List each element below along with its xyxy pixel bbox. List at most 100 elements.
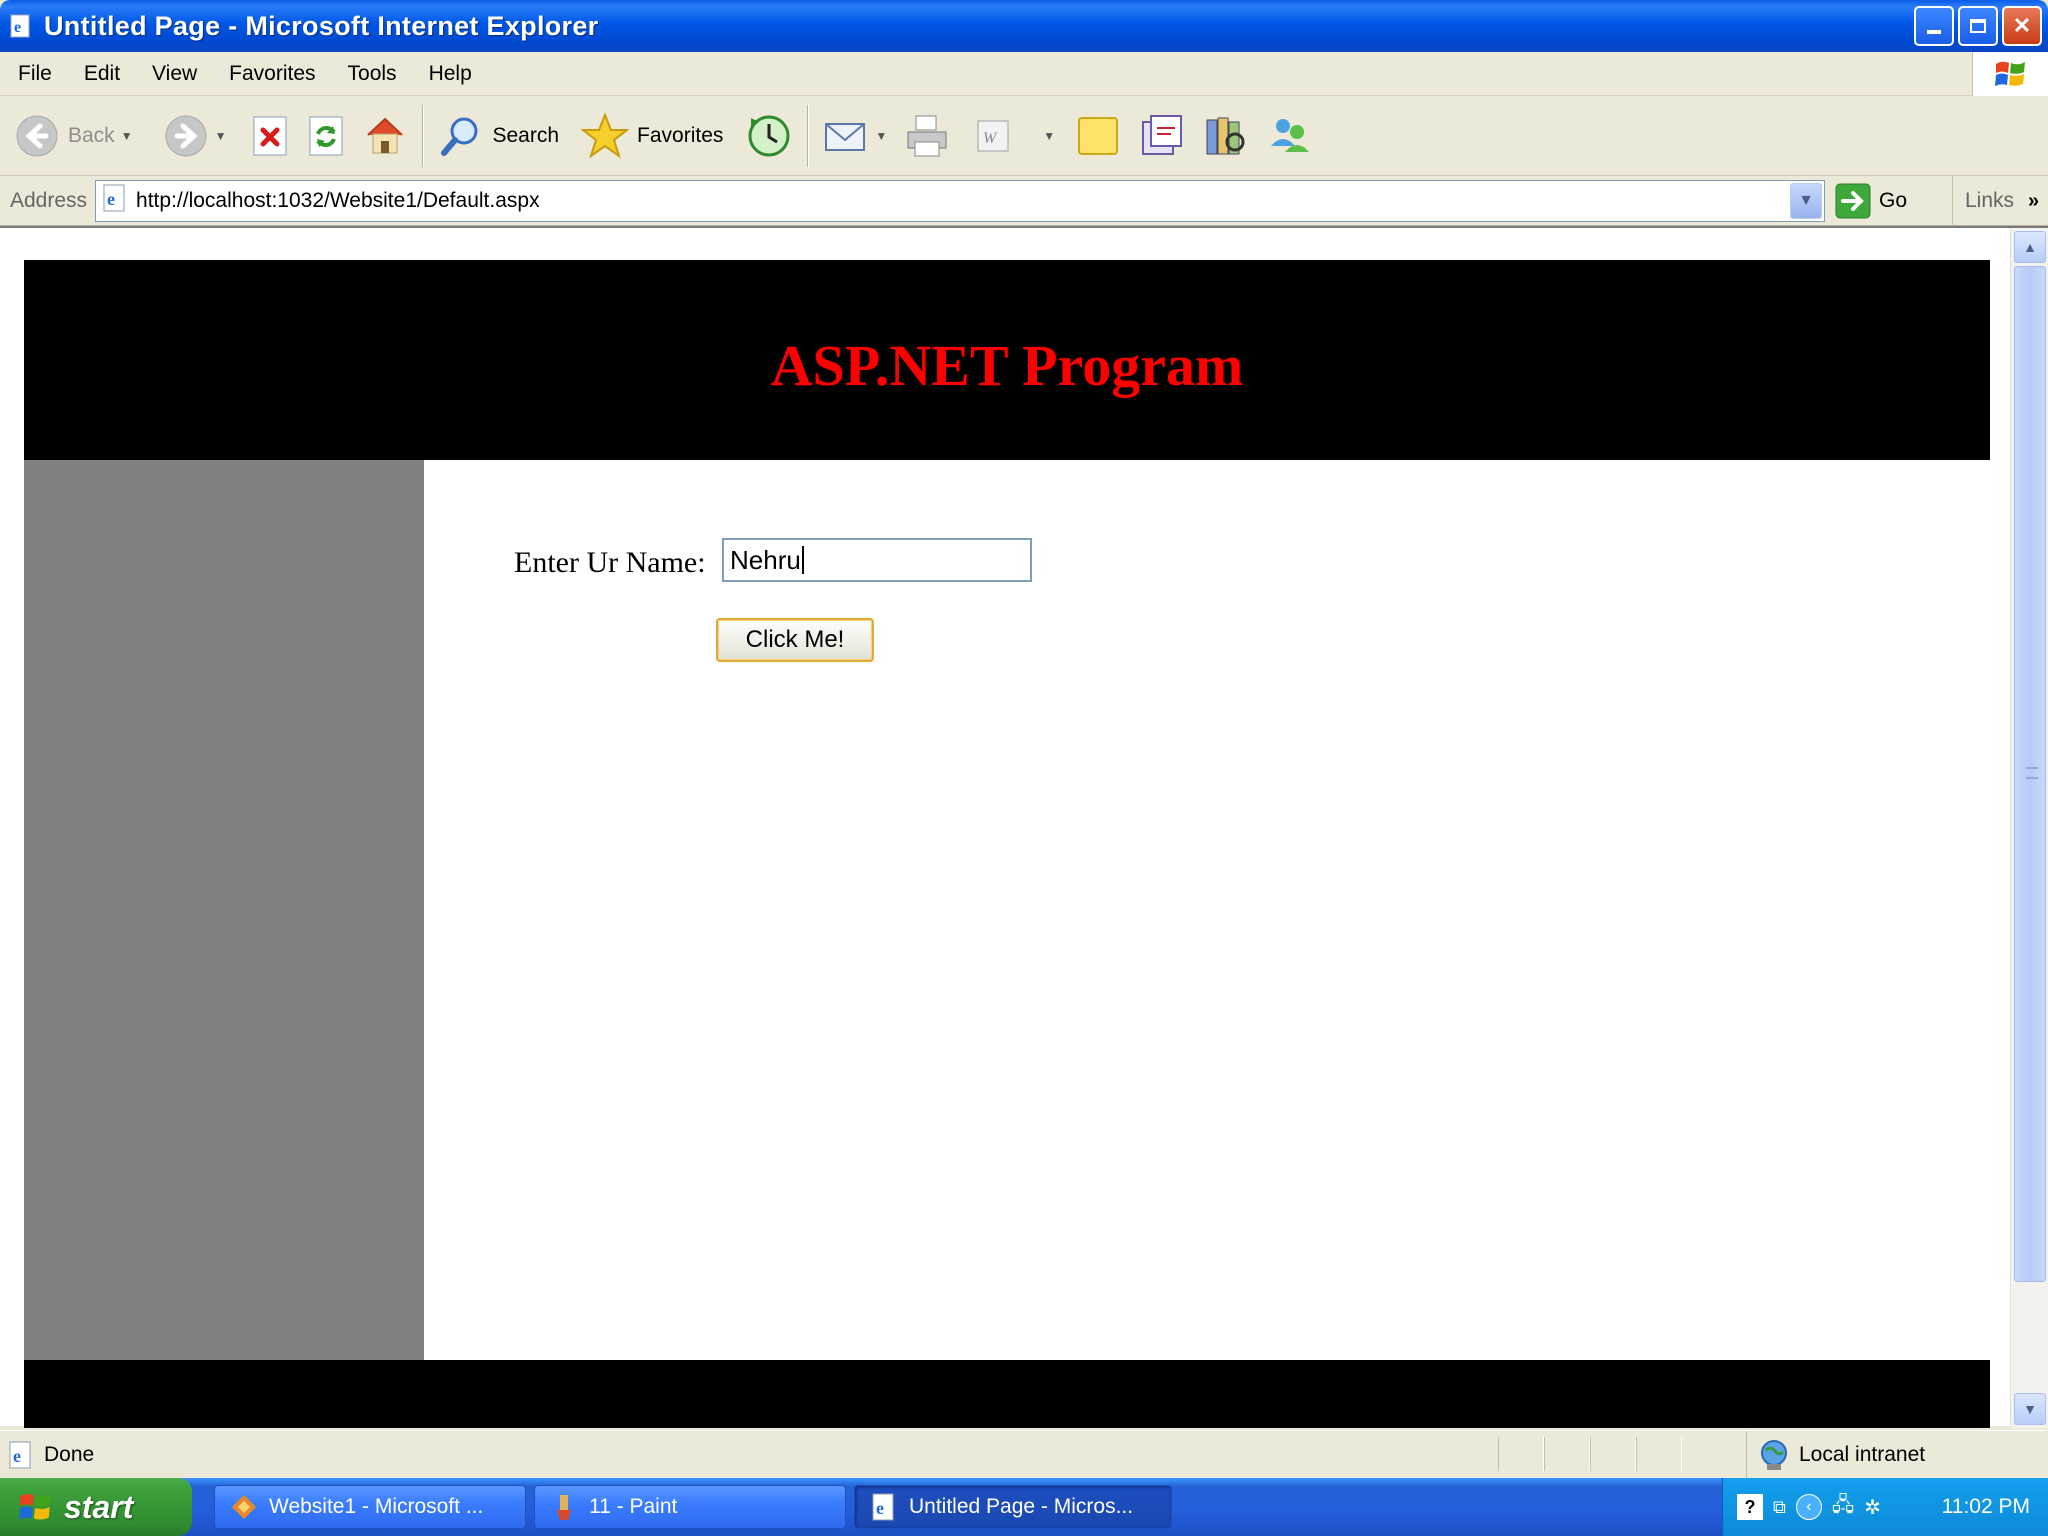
forward-dropdown-icon[interactable]: ▼ [215,129,227,143]
taskbar-item-paint[interactable]: 11 - Paint [534,1485,846,1529]
start-label: start [64,1488,134,1525]
visual-studio-icon [232,1495,256,1519]
stop-icon [253,116,287,155]
forward-button[interactable]: ▼ [155,105,235,167]
search-icon [441,117,478,156]
messenger-people-button[interactable] [1257,105,1321,167]
page-header-banner: ASP.NET Program [24,260,1990,460]
name-label: Enter Ur Name: [514,546,706,579]
page-sidebar [24,460,424,1360]
task-label: 11 - Paint [589,1495,678,1518]
address-bar: Address e http://localhost:1032/Website1… [0,176,2048,226]
taskbar-item-untitled-page[interactable]: e Untitled Page - Micros... [854,1485,1172,1529]
chevron-right-icon[interactable]: » [2028,190,2039,213]
history-icon [748,115,790,156]
go-button[interactable]: Go [1835,183,1907,219]
name-textbox[interactable]: Nehru [722,538,1032,582]
scroll-up-icon[interactable]: ▲ [2014,231,2046,263]
back-arrow-icon [16,115,58,156]
intranet-globe-icon [1761,1440,1787,1470]
edit-dropdown-icon[interactable]: ▼ [1043,129,1055,143]
click-me-button[interactable]: Click Me! [716,618,874,662]
scroll-down-icon[interactable]: ▼ [2014,1393,2046,1425]
address-label: Address [10,188,88,212]
links-toolbar[interactable]: Links » [1952,176,2048,226]
home-button[interactable] [354,105,416,167]
restore-windows-icon[interactable]: ⧉ [1773,1497,1786,1518]
menu-file[interactable]: File [0,62,68,86]
help-icon[interactable]: ? [1737,1494,1763,1520]
star-icon [581,111,630,159]
address-input[interactable]: e http://localhost:1032/Website1/Default… [95,179,1826,222]
security-zone[interactable]: Local intranet [1746,1431,2048,1479]
forward-arrow-icon [165,115,207,156]
favorites-button[interactable]: Favorites [573,105,731,167]
messenger-button[interactable] [1129,105,1193,167]
search-button[interactable]: Search [430,105,567,167]
close-icon: ✕ [2012,13,2032,38]
mail-dropdown-icon[interactable]: ▼ [875,129,887,143]
books-icon [1206,117,1245,154]
go-arrow-icon [1835,183,1871,218]
research-icon [1142,114,1183,155]
taskbar-item-website1[interactable]: Website1 - Microsoft ... [214,1485,526,1529]
stop-button[interactable] [242,105,298,167]
toolbar-separator [807,104,810,167]
svg-text:e: e [107,189,115,209]
page-heading: ASP.NET Program [770,332,1244,398]
status-bar: e Done Local intranet [0,1430,2048,1479]
standard-toolbar: Back ▼ ▼ Search Favorites ▼ W ▼ [0,96,2048,176]
menu-edit[interactable]: Edit [68,62,136,86]
clock[interactable]: 11:02 PM [1942,1495,2030,1519]
close-window-button[interactable]: ✕ [2002,6,2042,46]
status-text: Done [44,1442,95,1466]
back-dropdown-icon[interactable]: ▼ [121,129,133,143]
name-value: Nehru [730,544,801,575]
system-tray: ? ⧉ ‹ 🖧 ✲ 11:02 PM [1722,1478,2048,1536]
word-edit-icon: W [977,120,1009,151]
text-caret [801,546,804,574]
page-content: Enter Ur Name: Nehru Click Me! [424,460,1990,1360]
windows-logo-icon [1972,52,2048,96]
restore-button[interactable] [1958,6,1998,46]
menu-tools[interactable]: Tools [332,62,413,86]
page-footer-banner [24,1360,1990,1428]
back-button[interactable]: Back ▼ [0,105,141,167]
print-button[interactable] [895,105,959,167]
address-dropdown-icon[interactable]: ▼ [1790,182,1823,219]
start-button[interactable]: start [0,1478,192,1536]
home-icon [367,117,404,153]
window-titlebar[interactable]: e Untitled Page - Microsoft Internet Exp… [0,0,2048,52]
mail-icon [825,122,866,151]
network-icon[interactable]: 🖧 [1832,1490,1854,1524]
tools-button[interactable] [1193,105,1257,167]
window-title: Untitled Page - Microsoft Internet Explo… [44,10,599,41]
edit-button[interactable]: W ▼ [963,105,1063,167]
discuss-button[interactable] [1067,105,1129,167]
minimize-icon [1927,30,1941,34]
page-icon: e [100,183,130,218]
svg-text:e: e [14,19,21,36]
printer-icon [907,115,947,156]
svg-text:W: W [983,130,998,147]
toolbar-separator [422,104,425,167]
minimize-button[interactable] [1914,6,1954,46]
svg-text:e: e [876,1498,884,1518]
menu-favorites[interactable]: Favorites [213,62,331,86]
mail-button[interactable]: ▼ [815,105,895,167]
menu-bar: File Edit View Favorites Tools Help [0,52,2048,96]
history-button[interactable] [737,105,801,167]
restore-icon [1970,19,1986,33]
windows-flag-icon [19,1493,51,1520]
search-label: Search [492,123,560,147]
tray-expand-icon[interactable]: ‹ [1795,1494,1822,1520]
refresh-button[interactable] [298,105,354,167]
ie-page-icon: e [6,11,36,41]
menu-view[interactable]: View [136,62,213,86]
scrollbar-thumb[interactable] [2014,266,2046,1282]
links-label: Links [1965,189,2015,212]
menu-help[interactable]: Help [413,62,488,86]
devenv-tray-icon[interactable]: ✲ [1864,1495,1881,1520]
address-url: http://localhost:1032/Website1/Default.a… [136,188,540,212]
vertical-scrollbar[interactable]: ▲ ▼ [2010,228,2048,1428]
